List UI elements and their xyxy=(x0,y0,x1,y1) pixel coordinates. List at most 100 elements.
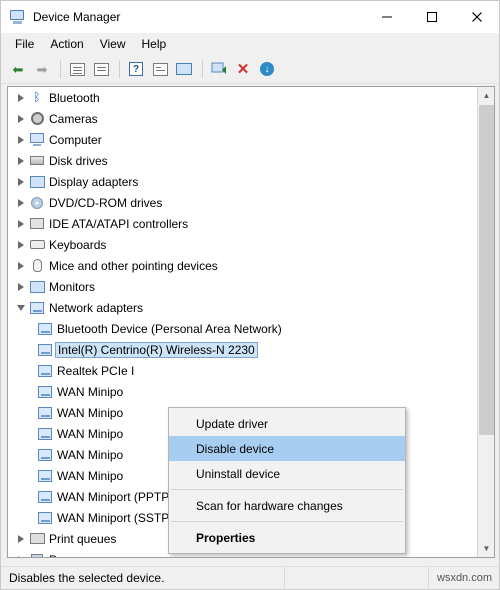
menu-bar: File Action View Help xyxy=(1,33,499,55)
context-menu-separator-1 xyxy=(171,489,403,490)
chevron-right-icon[interactable] xyxy=(14,240,28,249)
tree-item-label: WAN Miniport (PPTP) xyxy=(57,489,174,504)
device-manager-icon xyxy=(10,9,26,25)
chevron-right-icon[interactable] xyxy=(14,282,28,291)
chevron-down-icon[interactable] xyxy=(14,304,28,311)
update-driver-button[interactable] xyxy=(149,58,171,80)
ide-controller-icon xyxy=(28,218,46,229)
tree-item-label-selected: Intel(R) Centrino(R) Wireless-N 2230 xyxy=(55,341,258,358)
tree-item-intel-wireless[interactable]: Intel(R) Centrino(R) Wireless-N 2230 xyxy=(8,339,477,360)
computer-icon xyxy=(28,133,46,146)
tree-item-computer[interactable]: Computer xyxy=(8,129,477,150)
tree-item-label: Bluetooth Device (Personal Area Network) xyxy=(57,321,282,336)
tree-item-label: Monitors xyxy=(49,279,96,294)
network-adapter-icon xyxy=(28,301,46,314)
context-menu-item-uninstall-device[interactable]: Uninstall device xyxy=(169,461,405,486)
printer-icon xyxy=(28,533,46,544)
scroll-down-icon[interactable]: ▼ xyxy=(478,540,494,557)
watermark-label: wsxdn.com xyxy=(437,572,493,584)
chevron-right-icon[interactable] xyxy=(14,534,28,543)
mouse-icon xyxy=(28,259,46,272)
monitor-icon xyxy=(28,280,46,293)
forward-button[interactable]: ➡ xyxy=(31,58,53,80)
tree-item-label: Computer xyxy=(49,132,102,147)
menu-view[interactable]: View xyxy=(92,34,134,54)
show-hide-console-tree-button[interactable] xyxy=(66,58,88,80)
tree-item-label: Realtek PCIe I xyxy=(57,363,135,378)
device-manager-window: Device Manager File Action View Help ⬅ ➡ xyxy=(0,0,500,590)
network-adapter-icon xyxy=(36,490,54,503)
context-menu-separator-2 xyxy=(171,521,403,522)
tree-item-label: DVD/CD-ROM drives xyxy=(49,195,163,210)
context-menu-item-disable-device[interactable]: Disable device xyxy=(169,436,405,461)
tree-item-disk-drives[interactable]: Disk drives xyxy=(8,150,477,171)
tree-item-cameras[interactable]: Cameras xyxy=(8,108,477,129)
tree-item-mice[interactable]: Mice and other pointing devices xyxy=(8,255,477,276)
tree-item-display-adapters[interactable]: Display adapters xyxy=(8,171,477,192)
network-adapter-icon xyxy=(36,469,54,482)
tree-item-label: WAN Miniport (SSTP) xyxy=(57,510,174,525)
download-button[interactable]: ↓ xyxy=(256,58,278,80)
tree-item-label: Bluetooth xyxy=(49,90,100,105)
tree-item-keyboards[interactable]: Keyboards xyxy=(8,234,477,255)
chevron-right-icon[interactable] xyxy=(14,114,28,123)
network-adapter-icon xyxy=(36,364,54,377)
tree-item-label: Keyboards xyxy=(49,237,107,252)
scrollbar-thumb[interactable] xyxy=(479,105,494,435)
menu-file[interactable]: File xyxy=(7,34,42,54)
close-icon[interactable] xyxy=(454,1,499,33)
tree-item-dvd-cdrom-drives[interactable]: DVD/CD-ROM drives xyxy=(8,192,477,213)
tree-item-bluetooth[interactable]: ᛒ Bluetooth xyxy=(8,87,477,108)
context-menu-item-properties[interactable]: Properties xyxy=(169,525,405,550)
tree-item-label: Cameras xyxy=(49,111,98,126)
chevron-right-icon[interactable] xyxy=(14,156,28,165)
uninstall-device-button[interactable]: ✕ xyxy=(232,58,254,80)
menu-help[interactable]: Help xyxy=(134,34,175,54)
network-adapter-icon xyxy=(36,385,54,398)
scroll-up-icon[interactable]: ▲ xyxy=(478,87,494,104)
tree-item-network-adapters[interactable]: Network adapters xyxy=(8,297,477,318)
tree-item-label: Display adapters xyxy=(49,174,139,189)
status-cell-2 xyxy=(285,567,429,589)
disable-device-button[interactable] xyxy=(208,58,230,80)
camera-icon xyxy=(28,112,46,125)
network-adapter-icon xyxy=(36,322,54,335)
tree-item-monitors[interactable]: Monitors xyxy=(8,276,477,297)
tree-item-label: WAN Minipo xyxy=(57,426,124,441)
chevron-right-icon[interactable] xyxy=(14,135,28,144)
properties-button[interactable] xyxy=(90,58,112,80)
vertical-scrollbar[interactable]: ▲ ▼ xyxy=(477,87,494,557)
chevron-right-icon[interactable] xyxy=(14,93,28,102)
scan-hardware-changes-button[interactable] xyxy=(173,58,195,80)
network-adapter-icon xyxy=(36,448,54,461)
menu-action[interactable]: Action xyxy=(42,34,91,54)
tree-item-ide-controllers[interactable]: IDE ATA/ATAPI controllers xyxy=(8,213,477,234)
chevron-right-icon[interactable] xyxy=(14,177,28,186)
back-button[interactable]: ⬅ xyxy=(7,58,29,80)
tree-item-bluetooth-pan[interactable]: Bluetooth Device (Personal Area Network) xyxy=(8,318,477,339)
tree-item-wan-miniport-1[interactable]: WAN Minipo xyxy=(8,381,477,402)
chevron-right-icon[interactable] xyxy=(14,219,28,228)
chevron-right-icon[interactable] xyxy=(14,555,28,557)
network-adapter-icon xyxy=(36,406,54,419)
device-tree[interactable]: ᛒ Bluetooth Cameras Computer Disk drives xyxy=(7,86,495,558)
maximize-icon[interactable] xyxy=(409,1,454,33)
tree-item-label: Network adapters xyxy=(49,300,144,315)
context-menu: Update driver Disable device Uninstall d… xyxy=(168,407,406,554)
tree-item-label: Disk drives xyxy=(49,153,108,168)
disk-drive-icon xyxy=(28,156,46,165)
tree-item-label: WAN Minipo xyxy=(57,447,124,462)
network-adapter-icon xyxy=(36,511,54,524)
minimize-icon[interactable] xyxy=(364,1,409,33)
tree-item-label: Print queues xyxy=(49,531,117,546)
chevron-right-icon[interactable] xyxy=(14,261,28,270)
context-menu-item-update-driver[interactable]: Update driver xyxy=(169,411,405,436)
chevron-right-icon[interactable] xyxy=(14,198,28,207)
tree-item-label: IDE ATA/ATAPI controllers xyxy=(49,216,189,231)
context-menu-item-scan-hardware-changes[interactable]: Scan for hardware changes xyxy=(169,493,405,518)
processor-icon xyxy=(28,553,46,557)
tree-item-label: Mice and other pointing devices xyxy=(49,258,218,273)
help-button[interactable]: ? xyxy=(125,58,147,80)
tree-item-label: Processors xyxy=(46,553,109,558)
tree-item-realtek[interactable]: Realtek PCIe I xyxy=(8,360,477,381)
